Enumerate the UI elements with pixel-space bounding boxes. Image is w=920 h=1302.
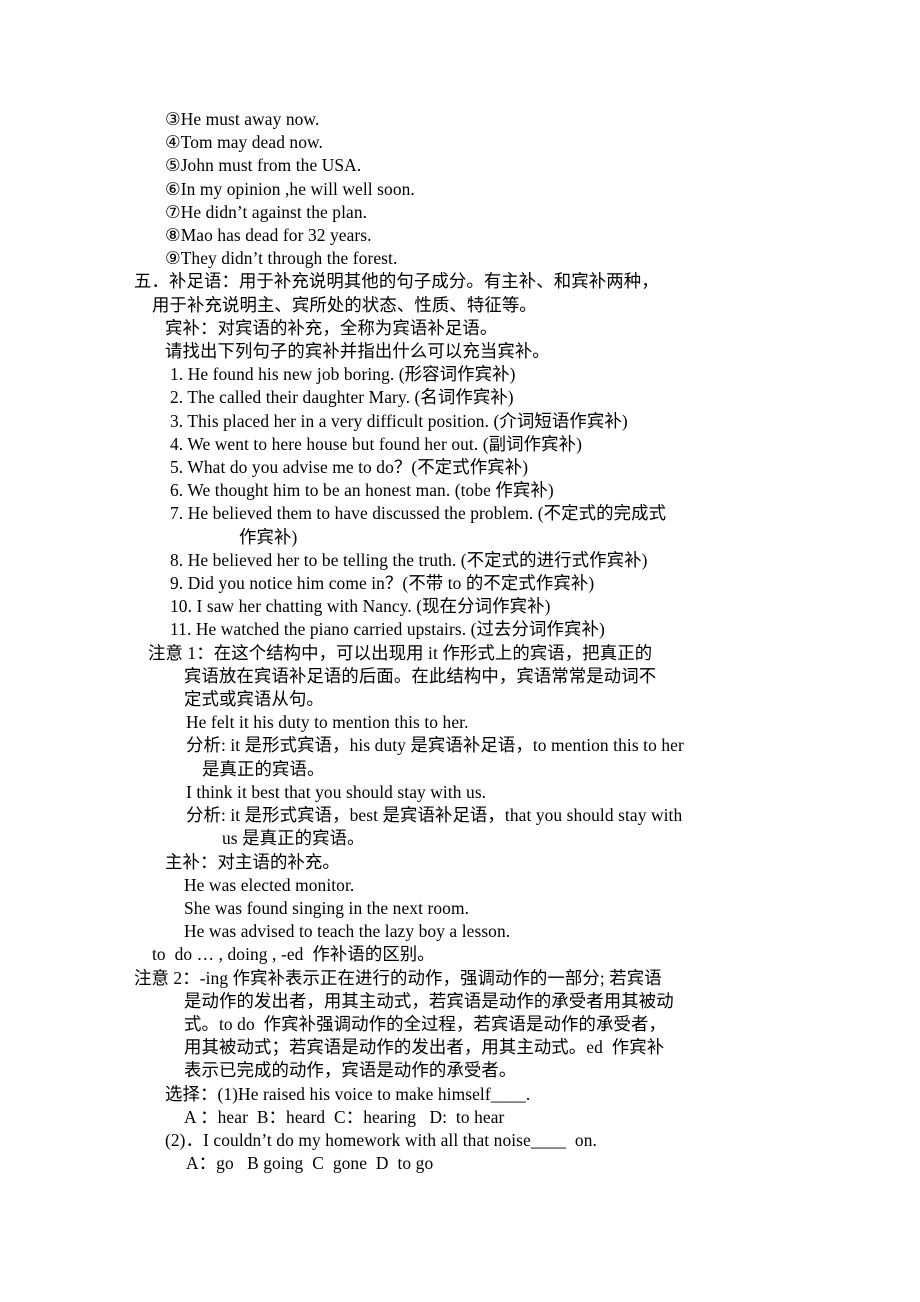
note-2-line-2: 是动作的发出者，用其主动式，若宾语是动作的承受者用其被动 [184, 990, 674, 1011]
complement-forms-heading: to do … , doing , -ed 作补语的区别。 [152, 944, 435, 965]
multiple-choice-question-2: (2)．I couldn’t do my homework with all t… [165, 1129, 597, 1150]
multiple-choice-question-1: 选择：(1)He raised his voice to make himsel… [165, 1083, 531, 1104]
example-sentence-3: ③He must away now. [165, 109, 320, 129]
example-sentence-9: ⑨They didn’t through the forest. [165, 248, 398, 269]
example-sentence-4: ④Tom may dead now. [165, 132, 324, 153]
note-1-line-2: 宾语放在宾语补足语的后面。在此结构中，宾语常常是动词不 [184, 665, 657, 686]
document-body: ③He must away now. ④Tom may dead now. ⑤J… [134, 108, 798, 1175]
note-2-line-3: 式。to do 作宾补强调动作的全过程，若宾语是动作的承受者， [184, 1013, 666, 1034]
practice-item-2: 2. The called their daughter Mary. (名词作宾… [170, 387, 514, 408]
subject-complement-definition: 主补：对主语的补充。 [165, 851, 340, 872]
example-sentence-6: ⑥In my opinion ,he will well soon. [165, 178, 415, 199]
practice-item-11: 11. He watched the piano carried upstair… [170, 619, 605, 640]
practice-item-8: 8. He believed her to be telling the tru… [170, 549, 648, 570]
practice-item-9: 9. Did you notice him come in？(不带 to 的不定… [170, 573, 595, 594]
practice-item-1: 1. He found his new job boring. (形容词作宾补) [170, 364, 516, 385]
note-2-line-5: 表示已完成的动作，宾语是动作的承受者。 [184, 1060, 517, 1081]
practice-item-10: 10. I saw her chatting with Nancy. (现在分词… [170, 596, 551, 617]
note-1-line-3: 定式或宾语从句。 [184, 689, 324, 710]
practice-item-7-cont: 作宾补) [239, 526, 298, 547]
practice-item-5: 5. What do you advise me to do？(不定式作宾补) [170, 457, 529, 478]
example-sentence-8: ⑧Mao has dead for 32 years. [165, 225, 372, 246]
note-1-analysis-2: 分析: it 是形式宾语，best 是宾语补足语，that you should… [186, 805, 683, 826]
note-1-analysis-2-cont: us 是真正的宾语。 [222, 828, 365, 849]
note-1-analysis-1: 分析: it 是形式宾语，his duty 是宾语补足语，to mention … [186, 735, 684, 756]
section-heading-complement: 五．补足语：用于补充说明其他的句子成分。有主补、和宾补两种， [134, 271, 659, 292]
note-2-line-4: 用其被动式；若宾语是动作的发出者，用其主动式。ed 作宾补 [184, 1037, 665, 1058]
object-complement-definition: 宾补：对宾语的补充，全称为宾语补足语。 [165, 317, 498, 338]
note-1-example-2: I think it best that you should stay wit… [186, 781, 487, 802]
multiple-choice-options-1: A ：hear B：heard C：hearing D: to hear [184, 1106, 505, 1127]
example-sentence-5: ⑤John must from the USA. [165, 155, 362, 176]
subject-complement-example-3: He was advised to teach the lazy boy a l… [184, 921, 511, 942]
multiple-choice-options-2: A：go B going C gone D to go [186, 1153, 434, 1174]
subject-complement-example-1: He was elected monitor. [184, 874, 355, 895]
object-complement-instruction: 请找出下列句子的宾补并指出什么可以充当宾补。 [165, 341, 550, 362]
section-heading-complement-cont: 用于补充说明主、宾所处的状态、性质、特征等。 [152, 294, 537, 315]
example-sentence-7: ⑦He didn’t against the plan. [165, 201, 368, 222]
practice-item-6: 6. We thought him to be an honest man. (… [170, 480, 554, 501]
practice-item-3: 3. This placed her in a very difficult p… [170, 410, 628, 431]
document-page: ③He must away now. ④Tom may dead now. ⑤J… [0, 0, 920, 1302]
practice-item-7: 7. He believed them to have discussed th… [170, 503, 667, 524]
practice-item-4: 4. We went to here house but found her o… [170, 433, 582, 454]
note-1-analysis-1-cont: 是真正的宾语。 [202, 758, 325, 779]
note-2-line-1: 注意 2：-ing 作宾补表示正在进行的动作，强调动作的一部分; 若宾语 [134, 967, 662, 988]
note-1-line-1: 注意 1：在这个结构中，可以出现用 it 作形式上的宾语，把真正的 [148, 642, 653, 663]
subject-complement-example-2: She was found singing in the next room. [184, 897, 470, 918]
note-1-example-1: He felt it his duty to mention this to h… [186, 712, 469, 733]
